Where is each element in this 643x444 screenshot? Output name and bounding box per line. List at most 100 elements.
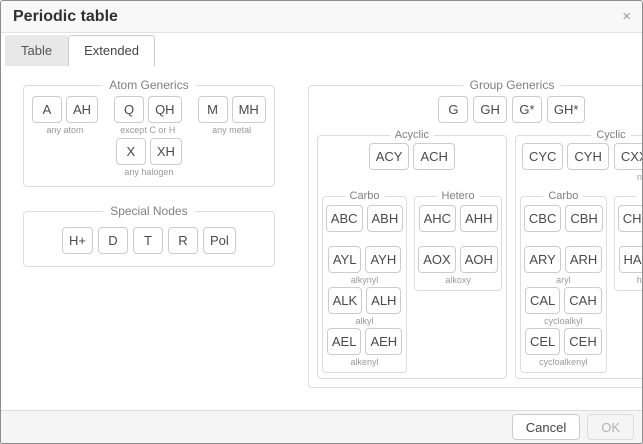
group-button-har[interactable]: HAR (619, 246, 643, 273)
group-button-acy[interactable]: ACY (369, 143, 410, 170)
right-column: Group Generics G GH G* GH* Acyclic (308, 78, 643, 388)
cyclic-carbo-caption-cycloalkenyl: cycloalkenyl (539, 357, 588, 368)
cyclic-carbo-caption-cycloalkyl: cycloalkyl (544, 316, 583, 327)
special-nodes-fieldset: Special Nodes H+ D T R Pol (23, 204, 275, 267)
periodic-table-dialog: Periodic table × Table Extended Atom Gen… (0, 0, 643, 444)
atom-button-xh[interactable]: XH (150, 138, 182, 165)
atom-button-x[interactable]: X (116, 138, 146, 165)
acyclic-carbo-caption-alkyl: alkyl (356, 316, 374, 327)
atom-button-ah[interactable]: AH (66, 96, 98, 123)
group-button-alk[interactable]: ALK (328, 287, 363, 314)
group-button-ach[interactable]: ACH (413, 143, 454, 170)
atom-button-mh[interactable]: MH (232, 96, 266, 123)
cyclic-subcolumns: Carbo CBC CBH (520, 190, 643, 373)
group-button-cyh[interactable]: CYH (567, 143, 608, 170)
acyclic-carbo-group-alkyl: ALK ALH alkyl (328, 287, 402, 327)
atom-button-a[interactable]: A (32, 96, 62, 123)
group-button-cbh[interactable]: CBH (565, 205, 602, 232)
group-button-ael[interactable]: AEL (327, 328, 362, 355)
special-nodes-row: H+ D T R Pol (32, 227, 266, 254)
group-button-alh[interactable]: ALH (366, 287, 401, 314)
atom-caption-any-halogen: any halogen (124, 167, 173, 178)
acyclic-hetero-caption-alkoxy: alkoxy (445, 275, 471, 286)
acyclic-carbo-group-alkenyl: AEL AEH alkenyl (327, 328, 402, 368)
group-button-cbc[interactable]: CBC (524, 205, 561, 232)
cyclic-hetero-group-hetero-aryl: HAR HAH hetero aryl (619, 246, 643, 286)
group-generics-fieldset: Group Generics G GH G* GH* Acyclic (308, 78, 643, 388)
group-button-aeh[interactable]: AEH (365, 328, 402, 355)
acyclic-subcolumns: Carbo ABC ABH (322, 190, 502, 373)
group-button-g-star[interactable]: G* (512, 96, 542, 123)
group-button-abc[interactable]: ABC (326, 205, 363, 232)
group-generics-legend: Group Generics (463, 78, 562, 92)
special-button-pol[interactable]: Pol (203, 227, 236, 254)
cyclic-carbo-caption-aryl: aryl (556, 275, 571, 286)
atom-button-qh[interactable]: QH (148, 96, 182, 123)
acyclic-hetero-group-alkoxy: AOX AOH alkoxy (418, 246, 498, 286)
dialog-content: Atom Generics A AH any atom Q QH (1, 66, 642, 410)
close-icon[interactable]: × (620, 7, 633, 26)
group-button-ceh[interactable]: CEH (564, 328, 601, 355)
tab-bar: Table Extended (1, 33, 642, 66)
group-button-cxx[interactable]: CXX (614, 143, 643, 170)
group-button-cel[interactable]: CEL (525, 328, 560, 355)
group-button-cyc[interactable]: CYC (522, 143, 563, 170)
cyclic-carbo-group-aryl: ARY ARH aryl (524, 246, 602, 286)
cyclic-carbo-fieldset: Carbo CBC CBH (520, 190, 607, 373)
group-button-ary[interactable]: ARY (524, 246, 561, 273)
atom-generics-fieldset: Atom Generics A AH any atom Q QH (23, 78, 275, 187)
group-generics-columns: Acyclic ACY ACH (317, 129, 643, 379)
acyclic-legend: Acyclic (390, 129, 434, 141)
acyclic-carbo-caption-alkynyl: alkynyl (351, 275, 379, 286)
group-button-ahh[interactable]: AHH (460, 205, 497, 232)
group-button-aox[interactable]: AOX (418, 246, 455, 273)
cyclic-hetero-group-1: CHC CHH (618, 205, 643, 245)
atom-group-any-metal: M MH any metal (198, 96, 266, 136)
group-button-ayl[interactable]: AYL (328, 246, 362, 273)
cyclic-carbo-group-cycloalkenyl: CEL CEH cycloalkenyl (525, 328, 602, 368)
cyclic-top-group-no-carbon: CXX CXH no carbon (614, 143, 643, 183)
group-button-ayh[interactable]: AYH (365, 246, 401, 273)
special-nodes-legend: Special Nodes (103, 204, 194, 218)
group-button-chc[interactable]: CHC (618, 205, 643, 232)
cyclic-carbo-group-cycloalkyl: CAL CAH cycloalkyl (525, 287, 602, 327)
special-button-d[interactable]: D (98, 227, 128, 254)
cancel-button[interactable]: Cancel (512, 414, 580, 440)
acyclic-hetero-legend: Hetero (437, 190, 480, 202)
special-button-r[interactable]: R (168, 227, 198, 254)
group-generics-top-row: G GH G* GH* (317, 96, 643, 123)
atom-button-m[interactable]: M (198, 96, 228, 123)
group-button-gh-star[interactable]: GH* (547, 96, 586, 123)
atom-generics-row-1: A AH any atom Q QH except C or H (32, 96, 266, 136)
dialog-header: Periodic table × (1, 1, 642, 33)
cyclic-top-row: CYC CYH CXX CXH no carbon (520, 143, 643, 183)
atom-caption-any-atom: any atom (47, 125, 84, 136)
atom-generics-row-2: X XH any halogen (32, 138, 266, 178)
group-button-abh[interactable]: ABH (367, 205, 404, 232)
tab-table[interactable]: Table (5, 35, 68, 66)
atom-button-q[interactable]: Q (114, 96, 144, 123)
group-button-g[interactable]: G (438, 96, 468, 123)
group-button-ahc[interactable]: AHC (419, 205, 456, 232)
cyclic-legend: Cyclic (591, 129, 630, 141)
atom-generics-legend: Atom Generics (102, 78, 195, 92)
special-button-h-plus[interactable]: H+ (62, 227, 93, 254)
acyclic-fieldset: Acyclic ACY ACH (317, 129, 507, 379)
acyclic-top-row: ACY ACH (322, 143, 502, 183)
atom-group-any-halogen: X XH any halogen (116, 138, 182, 178)
group-button-arh[interactable]: ARH (565, 246, 602, 273)
atom-caption-any-metal: any metal (212, 125, 251, 136)
cyclic-hetero-fieldset: Hetero CHC CHH (614, 190, 643, 291)
acyclic-hetero-fieldset: Hetero AHC AHH (414, 190, 502, 291)
group-button-gh[interactable]: GH (473, 96, 507, 123)
tab-extended[interactable]: Extended (68, 35, 155, 66)
acyclic-top-group: ACY ACH (369, 143, 455, 183)
cyclic-hetero-legend: Hetero (636, 190, 643, 202)
group-button-cah[interactable]: CAH (564, 287, 601, 314)
special-button-t[interactable]: T (133, 227, 163, 254)
cyclic-top-group-1: CYC CYH (522, 143, 609, 183)
ok-button[interactable]: OK (587, 414, 634, 440)
dialog-title: Periodic table (13, 8, 630, 26)
group-button-cal[interactable]: CAL (525, 287, 560, 314)
group-button-aoh[interactable]: AOH (460, 246, 498, 273)
